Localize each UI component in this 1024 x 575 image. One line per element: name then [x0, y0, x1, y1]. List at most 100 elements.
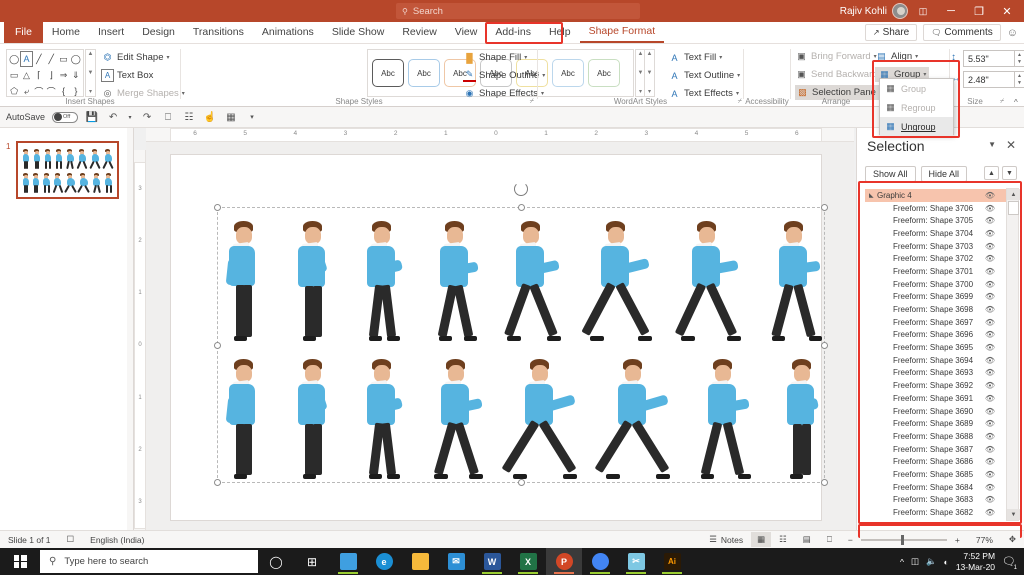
- zoom-in-button[interactable]: +: [947, 535, 968, 545]
- snipping-tool-app-button[interactable]: ✂: [618, 548, 654, 575]
- task-view-icon[interactable]: ⊞: [294, 548, 330, 575]
- running-figure[interactable]: [433, 359, 484, 479]
- list-item[interactable]: Freeform: Shape 3703 👁: [865, 240, 1017, 253]
- save-button[interactable]: 💾: [85, 112, 99, 123]
- shape-height-field[interactable]: 5.53": [963, 50, 1015, 67]
- menu-item-ungroup[interactable]: ▦ Ungroup: [880, 117, 953, 136]
- tab-file[interactable]: File: [4, 22, 43, 43]
- eye-icon[interactable]: 👁: [985, 229, 995, 238]
- tab-shape-format[interactable]: Shape Format: [579, 22, 665, 43]
- excel-app-button[interactable]: X: [510, 548, 546, 575]
- chevron-down-icon[interactable]: ▾: [524, 54, 527, 61]
- list-item[interactable]: Freeform: Shape 3687 👁: [865, 443, 1017, 456]
- tab-help[interactable]: Help: [540, 23, 580, 42]
- store-app-button[interactable]: [330, 548, 366, 575]
- ribbon-display-options-icon[interactable]: ◫: [910, 0, 936, 22]
- running-figure[interactable]: [581, 221, 653, 341]
- list-item[interactable]: Freeform: Shape 3704 👁: [865, 227, 1017, 240]
- fit-to-window-icon[interactable]: ✥: [1001, 534, 1024, 545]
- notification-icon[interactable]: 🗨 1: [1002, 555, 1018, 571]
- zoom-level[interactable]: 77%: [968, 535, 1001, 545]
- shape-square-icon[interactable]: ▭: [8, 67, 20, 83]
- tab-insert[interactable]: Insert: [89, 23, 133, 42]
- resize-handle-se[interactable]: [821, 479, 828, 486]
- shape-line-arrow-icon[interactable]: ╱: [45, 51, 57, 67]
- touch-mode-button[interactable]: ☝: [203, 112, 217, 123]
- slide-editing-surface[interactable]: [170, 154, 828, 521]
- text-box-button[interactable]: A Text Box: [101, 68, 185, 83]
- zoom-out-button[interactable]: −: [840, 535, 861, 545]
- eye-icon[interactable]: 👁: [985, 242, 995, 251]
- chevron-up-icon[interactable]: ^: [900, 557, 904, 567]
- list-item[interactable]: Freeform: Shape 3695 👁: [865, 341, 1017, 354]
- selection-pane-list[interactable]: ◣ Graphic 4 👁 Freeform: Shape 3706 👁 Free…: [864, 188, 1018, 521]
- list-item[interactable]: Freeform: Shape 3702 👁: [865, 252, 1017, 265]
- eye-icon[interactable]: 👁: [985, 191, 995, 200]
- minimize-button[interactable]: ─: [938, 0, 964, 22]
- cortana-icon[interactable]: ◯: [258, 548, 294, 575]
- running-figure[interactable]: [504, 221, 562, 341]
- scroll-up-icon[interactable]: ▲: [88, 51, 94, 57]
- list-item[interactable]: Freeform: Shape 3689 👁: [865, 417, 1017, 430]
- list-item[interactable]: Freeform: Shape 3699 👁: [865, 291, 1017, 304]
- eye-icon[interactable]: 👁: [985, 356, 995, 365]
- eye-icon[interactable]: 👁: [985, 292, 995, 301]
- running-figure[interactable]: [501, 359, 577, 479]
- shape-oval-callout-icon[interactable]: ◯: [8, 51, 20, 67]
- slide-thumbnail-1[interactable]: [16, 141, 119, 199]
- resize-handle-s[interactable]: [517, 479, 525, 486]
- text-outline-button[interactable]: A Text Outline ▾: [668, 68, 740, 83]
- chevron-down-icon[interactable]: ▾: [737, 72, 740, 79]
- tab-view[interactable]: View: [446, 23, 487, 42]
- stepper-up-icon[interactable]: ▲: [1017, 73, 1022, 79]
- notes-button[interactable]: ☰ Notes: [701, 534, 751, 545]
- expand-triangle-icon[interactable]: ◣: [869, 192, 874, 199]
- shape-width-field[interactable]: 2.48": [963, 71, 1015, 88]
- shape-styles-dialog-launcher[interactable]: ⌿: [530, 98, 534, 106]
- resize-handle-nw[interactable]: [214, 204, 221, 211]
- resize-handle-w[interactable]: [214, 341, 221, 349]
- running-figure[interactable]: [770, 221, 822, 341]
- chevron-down-icon[interactable]: ▾: [923, 71, 926, 78]
- redo-button[interactable]: ↷: [140, 112, 154, 123]
- scroll-down-icon[interactable]: ▼: [88, 70, 94, 76]
- stepper-down-icon[interactable]: ▼: [1017, 80, 1022, 86]
- shape-arrow-down-icon[interactable]: ⇓: [70, 67, 82, 83]
- running-figure[interactable]: [222, 221, 262, 341]
- eye-icon[interactable]: 👁: [985, 432, 995, 441]
- move-down-button[interactable]: ▼: [1002, 166, 1017, 180]
- shape-elbow-icon[interactable]: ⌈: [33, 67, 45, 83]
- restore-button[interactable]: ❐: [966, 0, 992, 22]
- running-figure[interactable]: [291, 221, 331, 341]
- rotate-handle[interactable]: [514, 182, 528, 196]
- shape-arrow-right-icon[interactable]: ⇒: [57, 67, 69, 83]
- show-all-button[interactable]: Show All: [865, 166, 916, 182]
- comments-button[interactable]: 🗨 Comments: [923, 24, 1001, 41]
- wifi-icon[interactable]: ◐: [944, 557, 949, 567]
- battery-icon[interactable]: ◫: [911, 556, 919, 567]
- powerpoint-app-button[interactable]: P: [546, 548, 582, 575]
- accessibility-checker-icon[interactable]: ☐: [59, 534, 83, 545]
- list-item[interactable]: Freeform: Shape 3705 👁: [865, 214, 1017, 227]
- resize-handle-sw[interactable]: [214, 479, 221, 486]
- eye-icon[interactable]: 👁: [985, 216, 995, 225]
- shape-oval-icon[interactable]: ◯: [70, 51, 82, 67]
- eye-icon[interactable]: 👁: [985, 508, 995, 517]
- autosave-toggle[interactable]: Off: [52, 111, 79, 123]
- chevron-down-icon[interactable]: ▾: [127, 114, 133, 121]
- shape-width-stepper[interactable]: ▲ ▼: [1015, 71, 1024, 88]
- resize-handle-n[interactable]: [517, 204, 525, 211]
- customize-qat-button[interactable]: ▾: [245, 113, 259, 121]
- start-slideshow-button[interactable]: ⎕: [161, 112, 175, 123]
- shape-style-swatch[interactable]: Abc: [408, 59, 440, 87]
- volume-icon[interactable]: 🔈: [926, 556, 937, 567]
- size-dialog-launcher[interactable]: ⌿: [1000, 98, 1004, 106]
- scrollbar-thumb[interactable]: [1008, 201, 1019, 215]
- eye-icon[interactable]: 👁: [985, 318, 995, 327]
- file-explorer-app-button[interactable]: [402, 548, 438, 575]
- edit-shape-button[interactable]: ⏣ Edit Shape ▾: [101, 50, 185, 65]
- eye-icon[interactable]: 👁: [985, 457, 995, 466]
- group-dropdown-menu[interactable]: ▦ Group ▦ Regroup ▦ Ungroup: [879, 78, 954, 136]
- eye-icon[interactable]: 👁: [985, 495, 995, 504]
- shape-style-swatch[interactable]: Abc: [372, 59, 404, 87]
